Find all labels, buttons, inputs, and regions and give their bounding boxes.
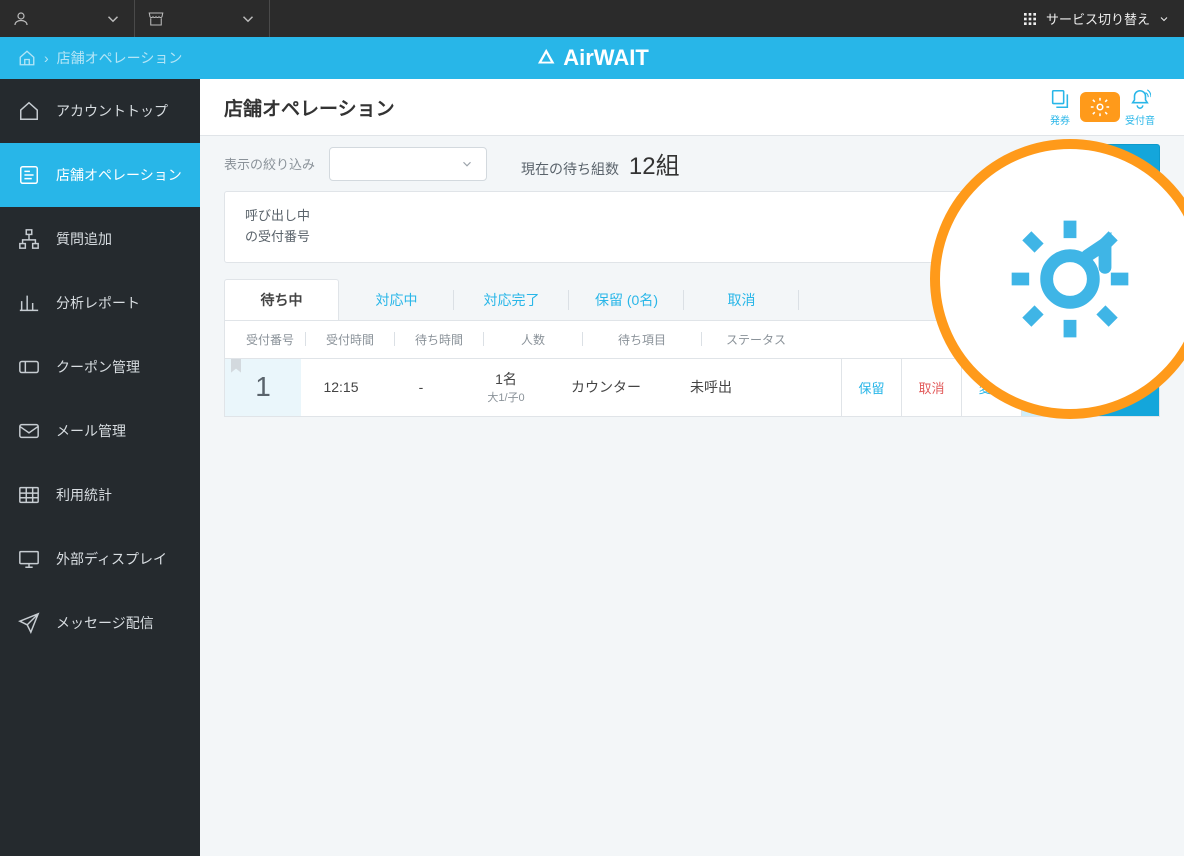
topbar: サービス切り替え	[0, 0, 1184, 37]
sidebar-item-label: 質問追加	[56, 229, 112, 249]
breadcrumb-sep: ›	[44, 50, 49, 66]
ticket-icon	[18, 356, 40, 378]
sidebar-item-label: アカウントトップ	[56, 101, 168, 121]
user-icon	[12, 10, 30, 28]
operation-icon	[18, 164, 40, 186]
gear-icon	[1089, 96, 1111, 118]
sidebar-item-label: 分析レポート	[56, 293, 140, 313]
app-logo: AirWAIT	[535, 45, 649, 71]
sidebar-item-message[interactable]: メッセージ配信	[0, 591, 200, 655]
cell-wait: -	[381, 359, 461, 416]
chevron-down-icon	[239, 10, 257, 28]
bell-icon	[1129, 88, 1151, 110]
breadcrumb: › 店舗オペレーション	[0, 48, 200, 68]
page-title: 店舗オペレーション	[224, 94, 1040, 121]
cell-status: 未呼出	[661, 359, 761, 416]
tab-done[interactable]: 対応完了	[454, 279, 569, 320]
th-people: 人数	[488, 331, 578, 348]
th-status: ステータス	[706, 331, 806, 348]
breadcrumb-page: 店舗オペレーション	[57, 48, 183, 68]
page-header: 店舗オペレーション 発券 受付音	[200, 79, 1184, 136]
tab-waiting[interactable]: 待ち中	[224, 279, 339, 320]
sidebar-item-label: メッセージ配信	[56, 613, 154, 633]
cell-number: 1	[225, 359, 301, 416]
row-hold-button[interactable]: 保留	[841, 359, 901, 416]
home-icon	[18, 100, 40, 122]
sitemap-icon	[18, 228, 40, 250]
th-wait: 待ち時間	[399, 331, 479, 348]
sidebar-item-label: 利用統計	[56, 485, 112, 505]
mail-icon	[18, 420, 40, 442]
sound-label: 受付音	[1125, 112, 1155, 127]
chevron-down-icon	[104, 10, 122, 28]
chevron-down-icon	[1158, 13, 1170, 25]
grid-icon	[1022, 11, 1038, 27]
sidebar-item-label: クーポン管理	[56, 357, 140, 377]
monitor-icon	[18, 548, 40, 570]
sound-button[interactable]: 受付音	[1120, 88, 1160, 127]
main-content: 店舗オペレーション 発券 受付音 表示の絞り込み 現在の待ち組数 12組	[200, 79, 1184, 856]
tab-cancel[interactable]: 取消	[684, 279, 799, 320]
sidebar-item-question-add[interactable]: 質問追加	[0, 207, 200, 271]
sidebar-item-usage-stats[interactable]: 利用統計	[0, 463, 200, 527]
sidebar-item-store-operation[interactable]: 店舗オペレーション	[0, 143, 200, 207]
th-item: 待ち項目	[587, 331, 697, 348]
chart-icon	[18, 292, 40, 314]
ticket-button[interactable]: 発券	[1040, 88, 1080, 127]
th-num: 受付番号	[239, 331, 301, 348]
tab-in-progress[interactable]: 対応中	[339, 279, 454, 320]
gear-icon	[1000, 209, 1140, 349]
account-dropdown[interactable]	[0, 0, 135, 37]
row-cancel-button[interactable]: 取消	[901, 359, 961, 416]
count-value: 12組	[629, 153, 680, 180]
logo-icon	[535, 47, 557, 69]
chevron-down-icon	[460, 157, 474, 171]
breadcrumb-bar: › 店舗オペレーション AirWAIT	[0, 37, 1184, 79]
store-dropdown[interactable]	[135, 0, 270, 37]
filter-dropdown[interactable]	[329, 147, 487, 181]
cell-time: 12:15	[301, 359, 381, 416]
service-switch[interactable]: サービス切り替え	[1008, 0, 1184, 37]
ticket-label: 発券	[1050, 112, 1070, 127]
sidebar-item-external-display[interactable]: 外部ディスプレイ	[0, 527, 200, 591]
sidebar-item-analytics[interactable]: 分析レポート	[0, 271, 200, 335]
settings-button[interactable]	[1080, 92, 1120, 122]
waiting-count: 現在の待ち組数 12組	[521, 146, 680, 181]
logo-text: AirWAIT	[563, 45, 649, 71]
sidebar-item-label: メール管理	[56, 421, 126, 441]
table-icon	[18, 484, 40, 506]
sidebar-item-label: 店舗オペレーション	[56, 165, 182, 185]
store-icon	[147, 10, 165, 28]
sidebar-item-account-top[interactable]: アカウントトップ	[0, 79, 200, 143]
sidebar-item-mail[interactable]: メール管理	[0, 399, 200, 463]
th-time: 受付時間	[310, 331, 390, 348]
filter-label: 表示の絞り込み	[224, 154, 315, 173]
count-label: 現在の待ち組数	[521, 161, 619, 177]
cell-people: 1名 大1/子0	[461, 359, 551, 416]
send-icon	[18, 612, 40, 634]
tab-hold[interactable]: 保留 (0名)	[569, 279, 684, 320]
sidebar-item-coupon[interactable]: クーポン管理	[0, 335, 200, 399]
service-switch-label: サービス切り替え	[1046, 9, 1150, 28]
ticket-icon	[1049, 88, 1071, 110]
cell-item: カウンター	[551, 359, 661, 416]
sidebar: アカウントトップ 店舗オペレーション 質問追加 分析レポート クーポン管理 メー…	[0, 79, 200, 856]
sidebar-item-label: 外部ディスプレイ	[56, 549, 167, 569]
bookmark-icon	[231, 359, 241, 373]
home-icon[interactable]	[18, 49, 36, 67]
